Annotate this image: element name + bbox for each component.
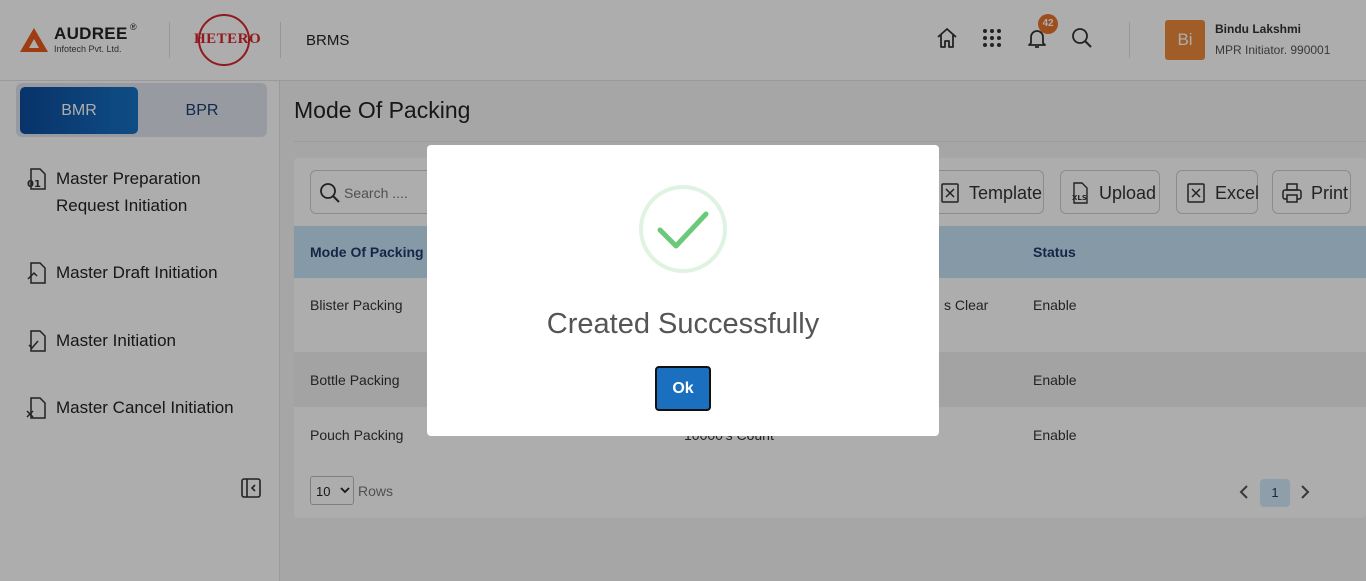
success-check-icon bbox=[639, 185, 727, 273]
ok-button[interactable]: Ok bbox=[655, 366, 711, 411]
dialog-title: Created Successfully bbox=[546, 308, 820, 340]
success-dialog: Created Successfully Ok bbox=[427, 145, 939, 436]
